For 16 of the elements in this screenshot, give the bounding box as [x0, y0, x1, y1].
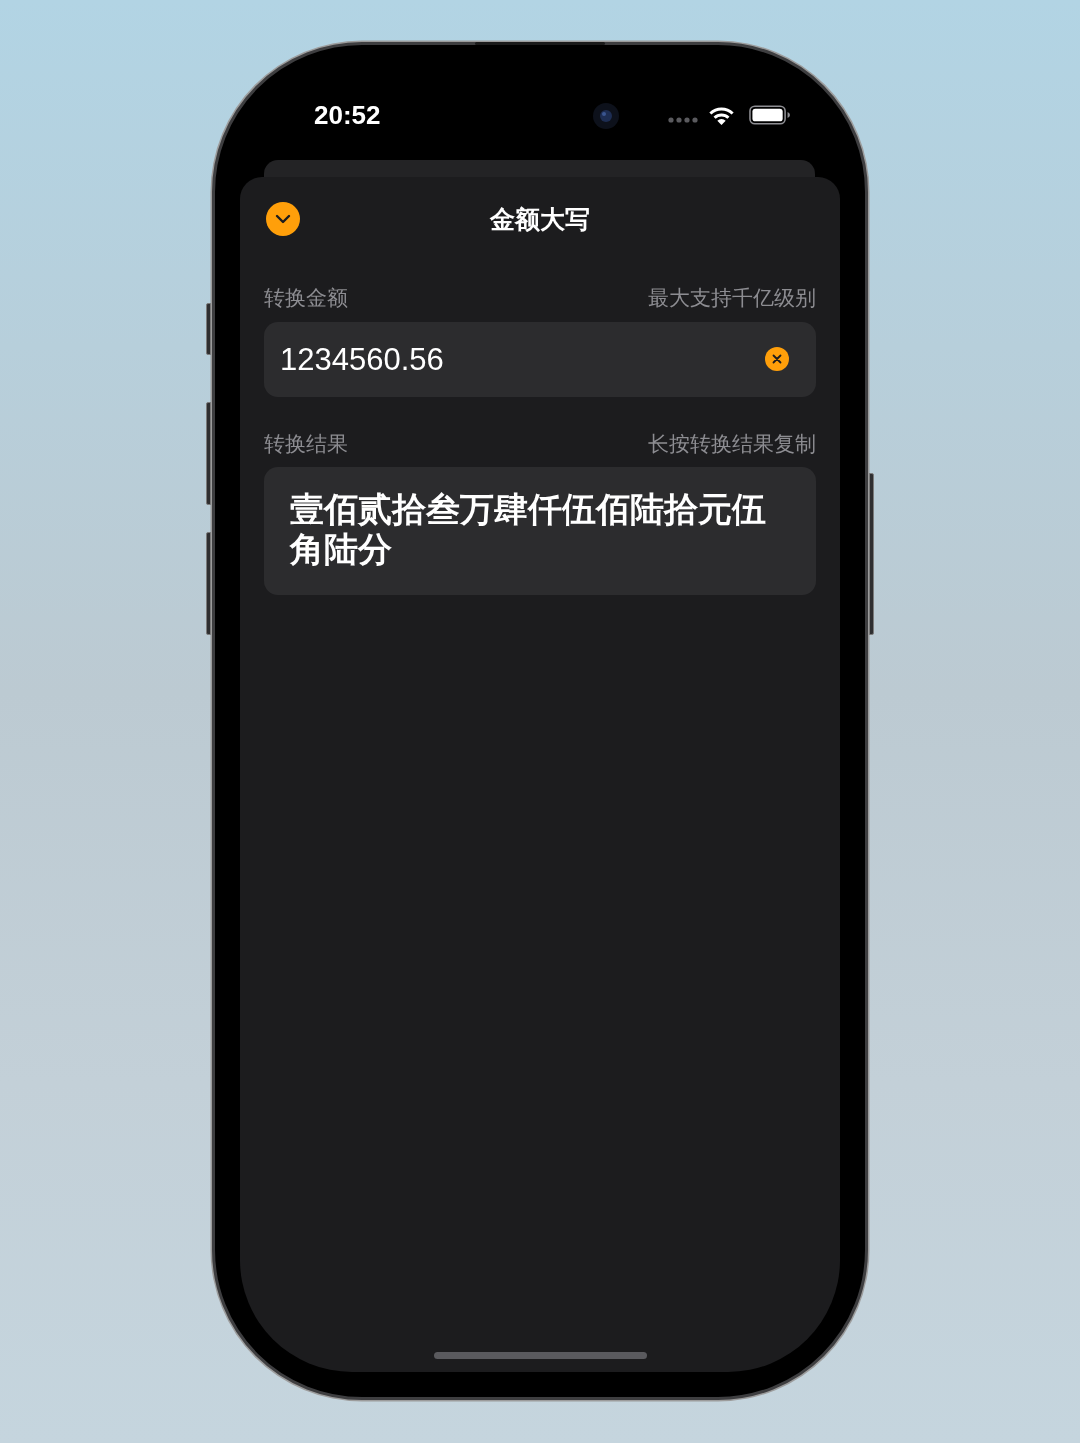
phone-side-key: [206, 303, 211, 355]
amount-input-field[interactable]: 1234560.56: [264, 322, 816, 397]
no-signal-dots-icon: [668, 117, 698, 123]
wifi-icon: [708, 105, 735, 125]
camera-lens-icon: [593, 103, 619, 129]
status-time: 20:52: [314, 100, 381, 130]
sheet-title: 金额大写: [490, 204, 590, 235]
chevron-down-icon: [275, 214, 291, 224]
copy-hint: 长按转换结果复制: [648, 432, 816, 456]
field-label: 转换金额: [264, 286, 348, 310]
result-label: 转换结果: [264, 432, 348, 456]
battery-icon: [749, 105, 790, 125]
field-hint: 最大支持千亿级别: [648, 286, 816, 310]
result-text: 壹佰贰拾叁万肆仟伍佰陆拾元伍角陆分: [290, 489, 767, 569]
collapse-button[interactable]: [266, 202, 300, 236]
close-icon: [772, 354, 782, 364]
